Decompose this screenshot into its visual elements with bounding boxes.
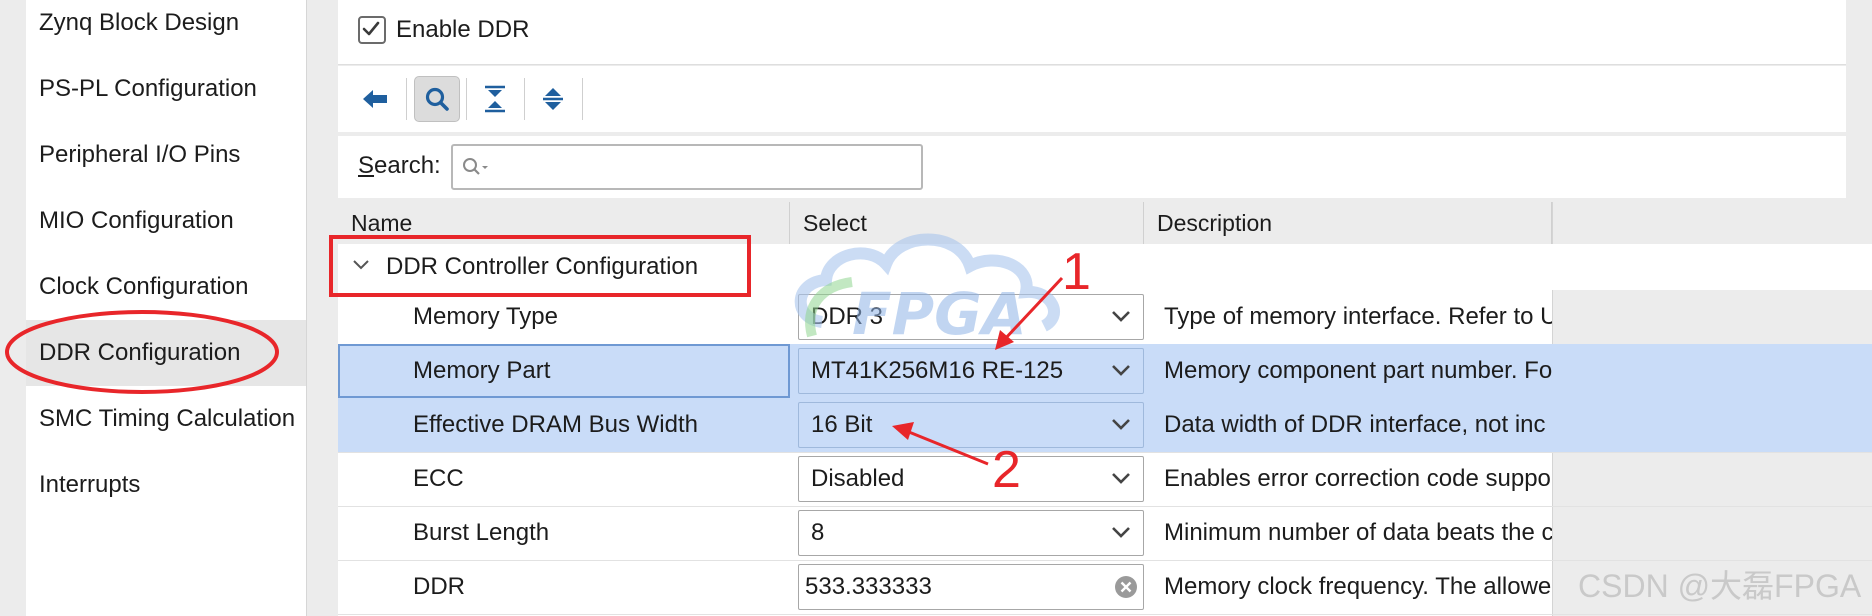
annotation-label-1: 1 <box>1062 243 1091 301</box>
toolbar-divider <box>466 78 467 120</box>
toolbar-divider <box>524 78 525 120</box>
ecc-dropdown[interactable]: Disabled <box>798 456 1144 502</box>
ddr-frequency-input[interactable]: 533.333333 <box>798 564 1144 610</box>
enable-ddr-row: Enable DDR <box>338 0 1846 65</box>
search-input[interactable] <box>499 150 913 186</box>
burst-length-dropdown[interactable]: 8 <box>798 510 1144 556</box>
row-description: Type of memory interface. Refer to U <box>1164 303 1552 330</box>
row-description: Data width of DDR interface, not inc <box>1164 411 1546 438</box>
sidebar-item-mio-configuration[interactable]: MIO Configuration <box>26 188 306 254</box>
watermark-text: CSDN @大磊FPGA <box>1578 568 1862 604</box>
input-value: 533.333333 <box>805 573 932 600</box>
row-name: Memory Part <box>338 344 790 398</box>
row-description: Memory component part number. Fo <box>1164 357 1552 384</box>
sidebar-item-ps-pl-configuration[interactable]: PS-PL Configuration <box>26 56 306 122</box>
toolbar <box>338 66 1846 132</box>
row-name: Memory Type <box>413 303 558 330</box>
main-panel: Enable DDR Search: Name Select Descripti… <box>338 0 1872 616</box>
row-name: Burst Length <box>413 519 550 546</box>
dropdown-value: DDR 3 <box>811 303 884 330</box>
search-icon <box>463 158 488 175</box>
toolbar-divider <box>406 78 407 120</box>
expand-all-icon <box>543 88 563 110</box>
enable-ddr-checkbox[interactable] <box>358 16 386 44</box>
dropdown-value: MT41K256M16 RE-125 <box>811 357 1064 384</box>
checkmark-icon <box>362 21 380 36</box>
column-header-description[interactable]: Description <box>1144 202 1552 244</box>
chevron-down-icon <box>1112 419 1130 430</box>
row-name: DDR <box>413 573 465 600</box>
toolbar-divider <box>582 78 583 120</box>
dropdown-value: 16 Bit <box>811 411 873 438</box>
sidebar-item-ddr-configuration[interactable]: DDR Configuration <box>26 320 306 386</box>
column-header-name[interactable]: Name <box>338 202 790 244</box>
chevron-down-icon <box>1112 527 1130 538</box>
dropdown-value: Disabled <box>811 465 905 492</box>
table-row-ecc[interactable]: ECC Disabled Enables error correction co… <box>338 452 1872 507</box>
bus-width-dropdown[interactable]: 16 Bit <box>798 402 1144 448</box>
row-name: ECC <box>413 465 464 492</box>
chevron-down-icon <box>1112 473 1130 484</box>
table-row-memory-type[interactable]: Memory Type DDR 3 Type of memory interfa… <box>338 290 1872 345</box>
table-row-memory-part[interactable]: Memory Part MT41K256M16 RE-125 Memory co… <box>338 344 1872 399</box>
sidebar-item-smc-timing-calculation[interactable]: SMC Timing Calculation <box>26 386 306 452</box>
sidebar-item-interrupts[interactable]: Interrupts <box>26 452 306 518</box>
collapse-all-button[interactable] <box>472 76 518 122</box>
column-header-select[interactable]: Select <box>790 202 1144 244</box>
chevron-down-icon[interactable] <box>352 258 370 272</box>
ddr-config-table: Name Select Description DDR Controller C… <box>338 202 1872 616</box>
sidebar-item-peripheral-io-pins[interactable]: Peripheral I/O Pins <box>26 122 306 188</box>
search-label: Search: <box>358 152 441 179</box>
group-row-ddr-controller[interactable]: DDR Controller Configuration <box>338 244 1872 290</box>
row-description: Minimum number of data beats the c <box>1164 519 1552 546</box>
memory-type-dropdown[interactable]: DDR 3 <box>798 294 1144 340</box>
table-row-effective-dram-bus-width[interactable]: Effective DRAM Bus Width 16 Bit Data wid… <box>338 398 1872 453</box>
memory-part-dropdown[interactable]: MT41K256M16 RE-125 <box>798 348 1144 394</box>
back-button[interactable] <box>352 76 398 122</box>
search-row: Search: <box>338 136 1846 198</box>
back-arrow-icon <box>363 90 387 108</box>
enable-ddr-label: Enable DDR <box>396 16 530 43</box>
search-icon <box>425 87 449 111</box>
group-label: DDR Controller Configuration <box>386 253 699 280</box>
clear-icon[interactable] <box>1113 574 1139 600</box>
sidebar-nav: Zynq Block Design PS-PL Configuration Pe… <box>26 0 307 616</box>
sidebar-item-clock-configuration[interactable]: Clock Configuration <box>26 254 306 320</box>
expand-all-button[interactable] <box>530 76 576 122</box>
row-description: Memory clock frequency. The allowe <box>1164 573 1552 600</box>
row-name: Effective DRAM Bus Width <box>413 411 698 438</box>
row-description: Enables error correction code suppo <box>1164 465 1551 492</box>
search-field[interactable] <box>451 144 923 190</box>
search-toggle-button[interactable] <box>414 76 460 122</box>
table-row-burst-length[interactable]: Burst Length 8 Minimum number of data be… <box>338 506 1872 561</box>
collapse-all-icon <box>485 85 505 113</box>
dropdown-value: 8 <box>811 519 825 546</box>
annotation-label-2: 2 <box>992 441 1021 499</box>
chevron-down-icon <box>1112 365 1130 376</box>
sidebar-item-zynq-block-design[interactable]: Zynq Block Design <box>26 0 306 56</box>
chevron-down-icon <box>1112 311 1130 322</box>
